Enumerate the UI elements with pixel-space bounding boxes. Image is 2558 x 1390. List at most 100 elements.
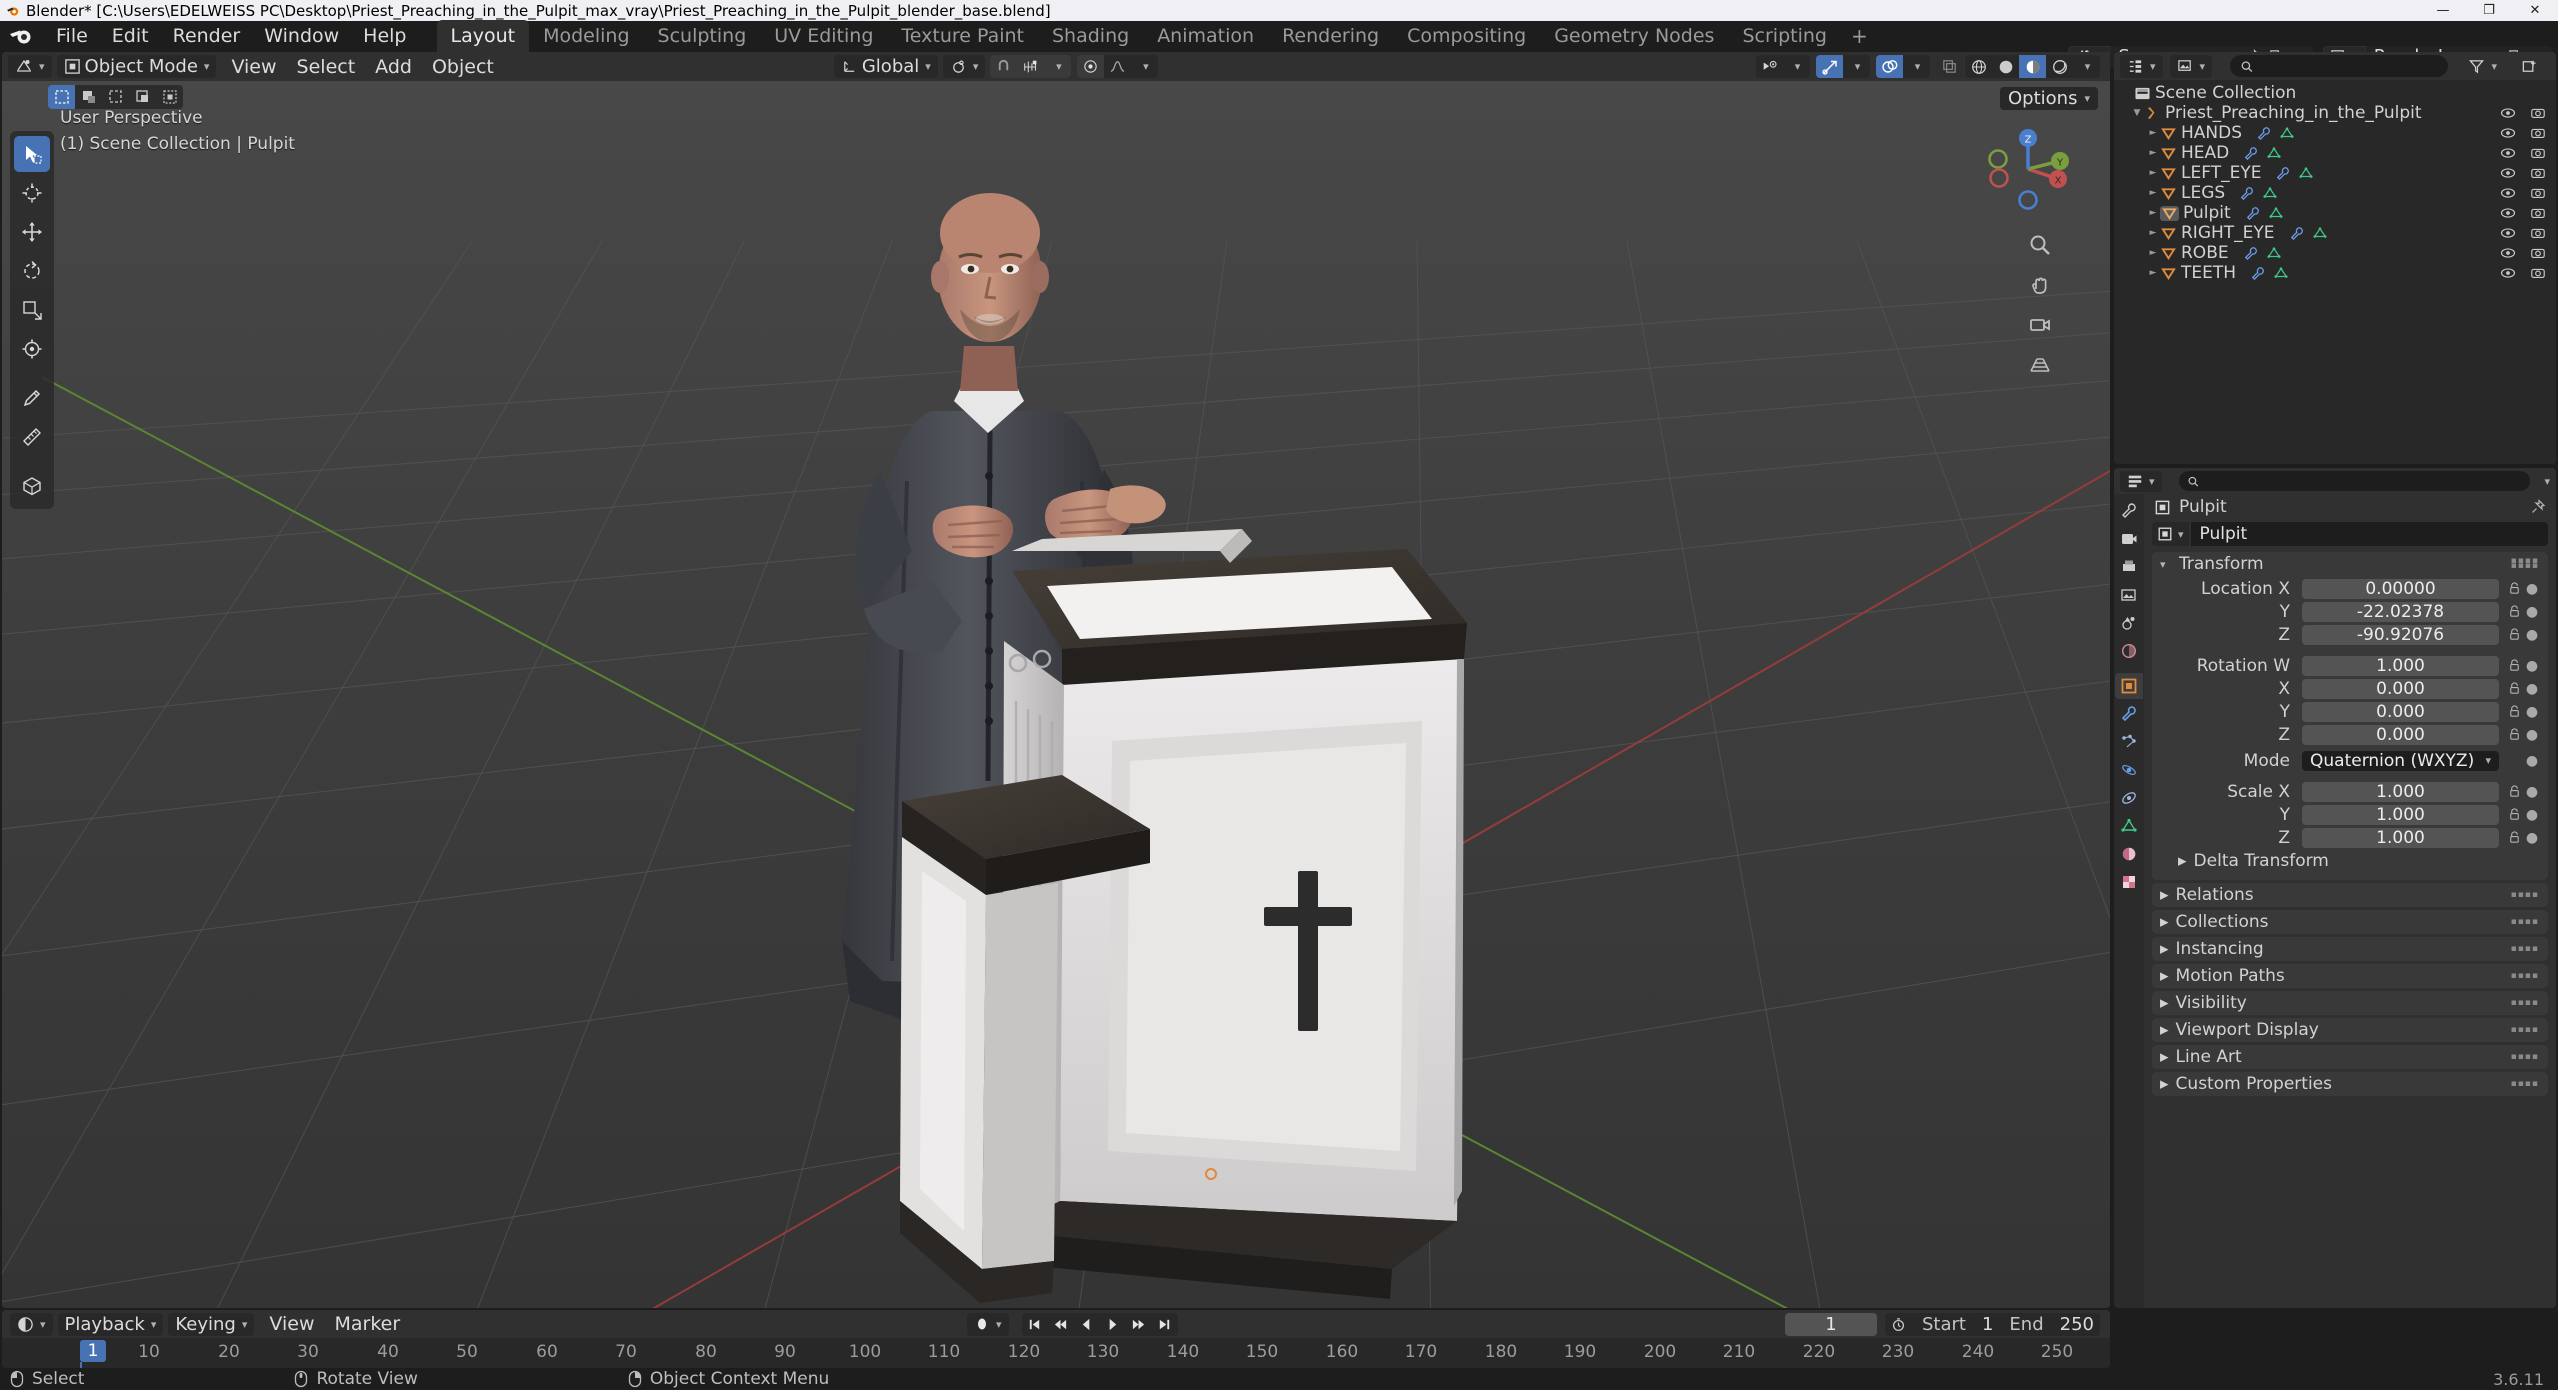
properties-editor[interactable]: ▾ ▾ Pulpit ▾ Pulpit ▾ Transform ▪▪▪▪ ▪▪▪…	[2114, 468, 2556, 1308]
chevron-right-icon[interactable]: ▸	[2160, 1020, 2169, 1040]
outliner-filter-button[interactable]: ▾	[2461, 55, 2504, 78]
priest-pulpit-model[interactable]	[2, 81, 2110, 1308]
properties-search-box[interactable]	[2178, 471, 2531, 491]
eye-icon[interactable]	[2500, 106, 2516, 120]
viewport-scene[interactable]: User Perspective (1) Scene Collection | …	[2, 81, 2110, 1308]
jump-start-button[interactable]	[1022, 1313, 1048, 1336]
lock-icon[interactable]	[2504, 727, 2524, 742]
prev-keyframe-button[interactable]	[1048, 1313, 1074, 1336]
viewport-menu-object[interactable]: Object	[422, 53, 504, 81]
eye-icon[interactable]	[2500, 226, 2516, 240]
lock-icon[interactable]	[2504, 581, 2524, 596]
camera-render-icon[interactable]	[2530, 266, 2546, 280]
camera-render-icon[interactable]	[2530, 186, 2546, 200]
tool-cursor[interactable]	[14, 175, 50, 211]
tool-scale[interactable]	[14, 292, 50, 328]
menu-file[interactable]: File	[44, 22, 100, 50]
select-subtract-button[interactable]	[102, 85, 129, 109]
expand-arrow-icon[interactable]: ►	[2146, 248, 2160, 258]
rendered-shading-button[interactable]	[2046, 55, 2073, 78]
drag-grip-icon[interactable]: ▪▪▪▪	[2511, 971, 2539, 981]
show-overlays-button[interactable]	[1876, 55, 1903, 78]
lock-icon[interactable]	[2504, 658, 2524, 673]
tool-measure[interactable]	[14, 419, 50, 455]
outliner-row-object[interactable]: ► HANDS	[2114, 123, 2556, 143]
lock-icon[interactable]	[2504, 681, 2524, 696]
rotation-z-field[interactable]: 0.000	[2302, 724, 2499, 745]
outliner-row-object[interactable]: ► LEGS	[2114, 183, 2556, 203]
camera-render-icon[interactable]	[2530, 206, 2546, 220]
timeline-menu-view[interactable]: View	[259, 1310, 324, 1338]
chevron-down-icon[interactable]: ▾	[2160, 558, 2172, 571]
tab-uv-editing[interactable]: UV Editing	[760, 20, 887, 52]
tab-scene[interactable]	[2115, 610, 2143, 636]
outliner-row-object[interactable]: ► LEFT_EYE	[2114, 163, 2556, 183]
object-visibility-button[interactable]	[1756, 55, 1783, 78]
viewport-menu-view[interactable]: View	[221, 53, 286, 81]
modifier-wrench-icon[interactable]	[2243, 146, 2259, 160]
modifier-wrench-icon[interactable]	[2275, 166, 2291, 180]
properties-options-icon[interactable]: ▾	[2544, 475, 2550, 488]
location-z-field[interactable]: -90.92076	[2302, 624, 2499, 645]
outliner-search-box[interactable]	[2230, 55, 2449, 77]
camera-render-icon[interactable]	[2530, 106, 2546, 120]
expand-arrow-icon[interactable]: ►	[2146, 228, 2160, 238]
show-gizmo-button[interactable]	[1816, 55, 1843, 78]
playhead-marker[interactable]: 1	[80, 1340, 106, 1362]
expand-arrow-icon[interactable]: ►	[2146, 128, 2160, 138]
timeline-menu-playback[interactable]: Playback ▾	[57, 1312, 164, 1336]
scale-y-field[interactable]: 1.000	[2302, 804, 2499, 825]
expand-arrow-icon[interactable]: ►	[2146, 168, 2160, 178]
animate-property-icon[interactable]: ●	[2524, 627, 2540, 643]
proportional-edit-button[interactable]	[1077, 55, 1105, 78]
object-name-field[interactable]: Pulpit	[2190, 522, 2548, 546]
tab-tool[interactable]	[2115, 498, 2143, 524]
eye-icon[interactable]	[2500, 166, 2516, 180]
expand-arrow-icon[interactable]: ►	[2146, 148, 2160, 158]
delta-transform-subpanel-header[interactable]: ▸ Delta Transform	[2160, 850, 2540, 872]
chevron-right-icon[interactable]: ▸	[2160, 885, 2169, 905]
outliner-row-object[interactable]: ► ROBE	[2114, 243, 2556, 263]
tool-rotate[interactable]	[14, 253, 50, 289]
tab-compositing[interactable]: Compositing	[1393, 20, 1540, 52]
play-button[interactable]	[1100, 1313, 1126, 1336]
animate-property-icon[interactable]: ●	[2524, 753, 2540, 769]
mode-selector[interactable]: Object Mode ▾	[56, 55, 217, 78]
scale-x-field[interactable]: 1.000	[2302, 781, 2499, 802]
properties-editor-type-button[interactable]: ▾	[2120, 470, 2162, 492]
snap-settings-button[interactable]	[1017, 55, 1045, 78]
select-extend-button[interactable]	[75, 85, 102, 109]
expand-arrow-icon[interactable]: ►	[2146, 268, 2160, 278]
mesh-data-icon[interactable]	[2262, 186, 2278, 200]
tool-tweak[interactable]	[14, 136, 50, 172]
end-value[interactable]: 250	[2060, 1314, 2094, 1335]
expand-arrow-icon[interactable]: ►	[2146, 208, 2160, 218]
outliner-row-object[interactable]: ► RIGHT_EYE	[2114, 223, 2556, 243]
transform-panel-header[interactable]: ▾ Transform ▪▪▪▪ ▪▪▪▪	[2152, 552, 2548, 576]
chevron-right-icon[interactable]: ▸	[2160, 1047, 2169, 1067]
chevron-right-icon[interactable]: ▸	[2178, 851, 2187, 871]
select-invert-button[interactable]	[129, 85, 156, 109]
panel-relations[interactable]: ▸ Relations ▪▪▪▪	[2152, 883, 2548, 907]
toggle-orthographic-button[interactable]	[2026, 351, 2054, 379]
outliner-display-mode-button[interactable]: ▾	[2169, 54, 2213, 78]
outliner-search-input[interactable]	[2259, 56, 2439, 76]
tab-particles[interactable]	[2115, 729, 2143, 755]
tab-geometry-nodes[interactable]: Geometry Nodes	[1540, 20, 1728, 52]
snap-toggle-button[interactable]	[990, 55, 1018, 78]
panel-line-art[interactable]: ▸ Line Art ▪▪▪▪	[2152, 1045, 2548, 1069]
tool-move[interactable]	[14, 214, 50, 250]
select-intersect-button[interactable]	[156, 85, 183, 109]
maximize-button[interactable]: ❐	[2466, 0, 2512, 21]
tab-rendering[interactable]: Rendering	[1268, 20, 1393, 52]
menu-render[interactable]: Render	[161, 22, 253, 50]
lock-icon[interactable]	[2504, 830, 2524, 845]
blender-menu-icon[interactable]	[8, 25, 34, 47]
lock-icon[interactable]	[2504, 604, 2524, 619]
drag-grip-icon[interactable]: ▪▪▪▪ ▪▪▪▪	[2511, 557, 2539, 571]
modifier-wrench-icon[interactable]	[2250, 266, 2266, 280]
pin-icon[interactable]	[2530, 499, 2546, 515]
panel-instancing[interactable]: ▸ Instancing ▪▪▪▪	[2152, 937, 2548, 961]
viewport-menu-add[interactable]: Add	[365, 53, 422, 81]
panel-motion-paths[interactable]: ▸ Motion Paths ▪▪▪▪	[2152, 964, 2548, 988]
